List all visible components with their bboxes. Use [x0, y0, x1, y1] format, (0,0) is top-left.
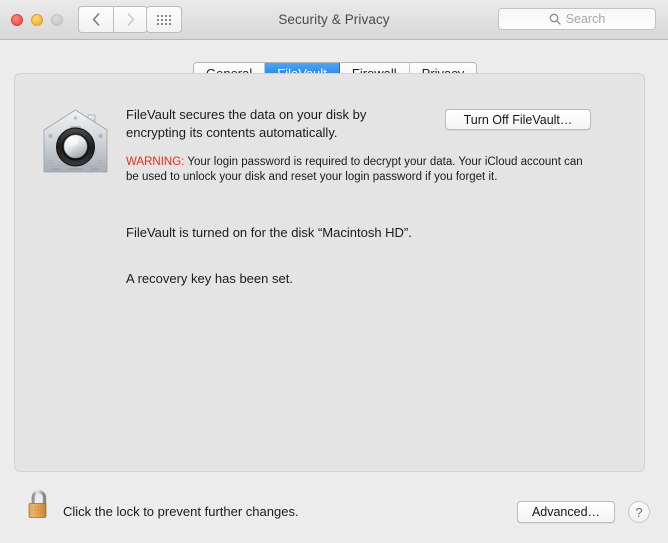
turn-off-filevault-button[interactable]: Turn Off FileVault… [445, 109, 591, 130]
search-input[interactable]: Search [498, 8, 656, 30]
unlocked-padlock-icon[interactable] [24, 485, 54, 525]
window-titlebar: Security & Privacy Search [0, 0, 668, 40]
search-icon [549, 13, 561, 25]
filevault-status-disk: FileVault is turned on for the disk “Mac… [126, 225, 412, 240]
advanced-button[interactable]: Advanced… [517, 501, 615, 523]
help-button[interactable]: ? [628, 501, 650, 523]
filevault-warning: WARNING: Your login password is required… [126, 155, 594, 185]
search-placeholder: Search [565, 12, 606, 26]
warning-text: Your login password is required to decry… [126, 156, 583, 183]
filevault-house-vault-icon [43, 109, 108, 173]
filevault-status-recovery-key: A recovery key has been set. [126, 271, 293, 286]
security-privacy-window: Security & Privacy Search General FileVa… [0, 0, 668, 543]
warning-label: WARNING: [126, 156, 185, 168]
filevault-description: FileVault secures the data on your disk … [126, 107, 367, 140]
lock-message: Click the lock to prevent further change… [63, 504, 299, 519]
